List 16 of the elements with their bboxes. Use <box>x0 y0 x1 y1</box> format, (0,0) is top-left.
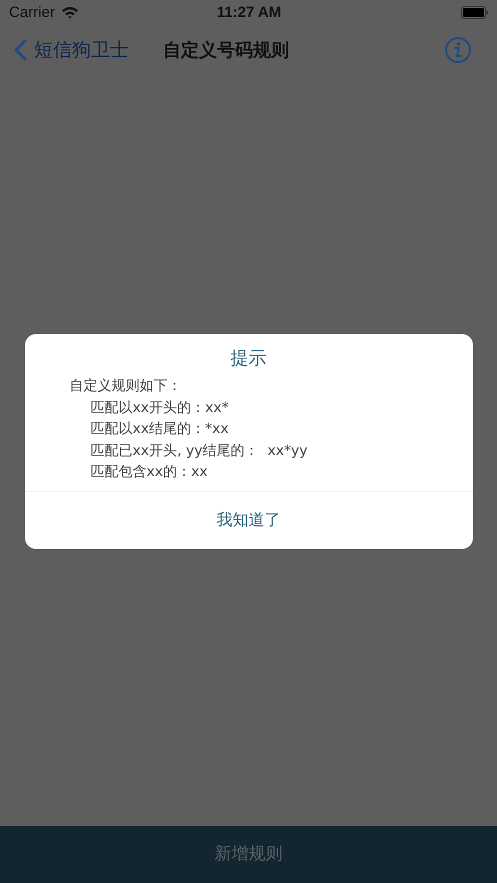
alert-message-line: 自定义规则如下： <box>70 377 182 396</box>
alert-message-line: 匹配已xx开头, yy结尾的： xx*yy <box>90 442 309 461</box>
carrier-name: Carrier <box>9 4 55 21</box>
alert-title: 提示 <box>230 347 268 372</box>
alert-message-line: 匹配以xx开头的：xx* <box>90 398 230 418</box>
chevron-left-icon <box>13 39 27 61</box>
page-title: 自定义号码规则 <box>163 39 289 62</box>
alert-message-line: 匹配包含xx的：xx <box>90 463 209 482</box>
add-rule-button[interactable]: 新增规则 <box>0 826 497 883</box>
alert-ok-button[interactable]: 我知道了 <box>24 490 472 549</box>
back-button[interactable]: 短信狗卫士 <box>13 37 129 63</box>
battery-icon <box>460 6 489 19</box>
alert-message-line: 匹配以xx结尾的：*xx <box>90 420 230 440</box>
status-time: 11:27 AM <box>216 4 282 21</box>
wifi-icon <box>60 6 79 19</box>
info-icon[interactable] <box>444 36 472 64</box>
